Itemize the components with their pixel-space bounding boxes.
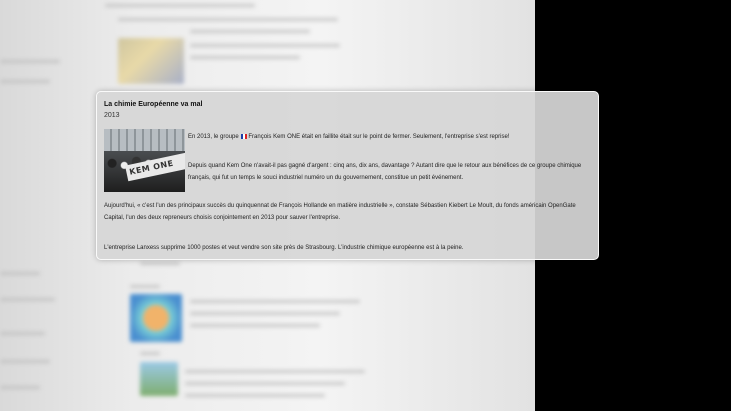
info-popup-card: La chimie Européenne va mal 2013 KEM ONE… xyxy=(96,91,599,260)
protest-photo: KEM ONE xyxy=(104,129,185,192)
paragraph-4: L'entreprise Lanxess supprime 1000 poste… xyxy=(104,245,464,251)
popup-title: La chimie Européenne va mal xyxy=(104,101,203,108)
paragraph-1: En 2013, le groupe François Kem ONE étai… xyxy=(188,131,593,143)
photo-building xyxy=(104,129,185,153)
paragraph-1-end: François Kem ONE était en faillite était… xyxy=(248,134,510,140)
popup-year: 2013 xyxy=(104,112,120,119)
paragraph-2: Depuis quand Kem One n'avait-il pas gagn… xyxy=(188,163,582,181)
paragraph-3: Aujourd'hui, « c'est l'un des principaux… xyxy=(104,203,576,221)
french-flag-icon xyxy=(241,133,248,139)
paragraph-1-start: En 2013, le groupe xyxy=(188,134,239,140)
